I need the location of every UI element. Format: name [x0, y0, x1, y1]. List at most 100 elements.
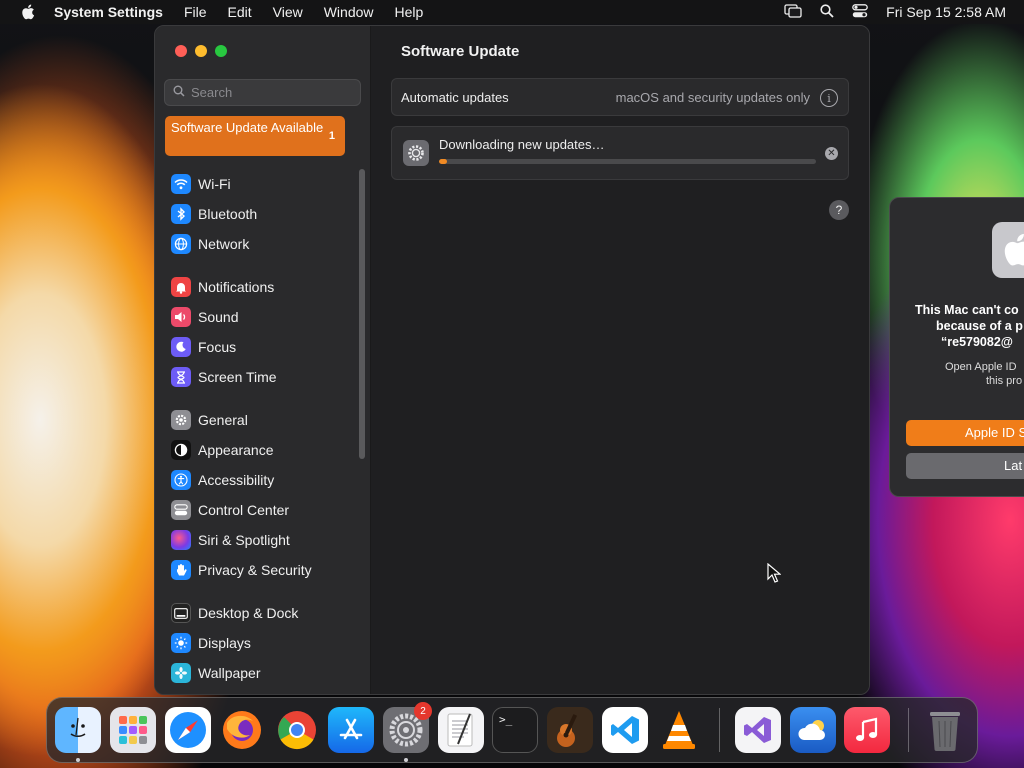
- terminal-icon[interactable]: >_: [492, 707, 538, 753]
- firefox-icon[interactable]: [219, 707, 265, 753]
- search-icon: [173, 85, 185, 100]
- sidebar-item-label: Wi-Fi: [198, 176, 231, 192]
- menu-app-name[interactable]: System Settings: [54, 4, 163, 20]
- alert-message-line: This Mac can't co: [915, 303, 1019, 317]
- menu-help[interactable]: Help: [395, 4, 424, 20]
- trash-icon[interactable]: [922, 707, 968, 753]
- sidebar-item-label: Desktop & Dock: [198, 605, 299, 621]
- sidebar-item-desktop-dock[interactable]: Desktop & Dock: [171, 601, 298, 625]
- apple-menu-icon[interactable]: [18, 4, 38, 20]
- chrome-icon[interactable]: [274, 707, 320, 753]
- bluetooth-icon: [171, 204, 191, 224]
- finder-icon[interactable]: [55, 707, 101, 753]
- automatic-updates-row: Automatic updates macOS and security upd…: [391, 78, 849, 116]
- info-icon[interactable]: i: [820, 89, 838, 107]
- wifi-icon: [171, 174, 191, 194]
- accessibility-icon: [171, 470, 191, 490]
- siri-icon: [171, 530, 191, 550]
- sidebar-search[interactable]: [164, 79, 361, 106]
- app-store-icon[interactable]: [328, 707, 374, 753]
- download-progress-fill: [439, 159, 447, 164]
- sidebar-item-screen-time[interactable]: Screen Time: [171, 365, 277, 389]
- download-progress-bar: [439, 159, 816, 164]
- menu-bar: System Settings File Edit View Window He…: [0, 0, 1024, 24]
- minimize-window-button[interactable]: [195, 45, 207, 57]
- vscode-icon[interactable]: [602, 707, 648, 753]
- music-icon[interactable]: [844, 707, 890, 753]
- control-center-menubar-icon[interactable]: [852, 3, 869, 21]
- wallpaper-icon: [171, 663, 191, 683]
- sidebar-item-siri-spotlight[interactable]: Siri & Spotlight: [171, 528, 290, 552]
- sidebar-scrollbar[interactable]: [359, 169, 365, 459]
- weather-icon[interactable]: [790, 707, 836, 753]
- menu-file[interactable]: File: [184, 4, 207, 20]
- menubar-clock[interactable]: Fri Sep 15 2:58 AM: [886, 4, 1006, 20]
- alert-message-line: because of a p: [936, 319, 1023, 333]
- spotlight-search-icon[interactable]: [820, 3, 834, 21]
- sidebar: Software Update Available 1 Wi-Fi Blueto…: [155, 26, 371, 694]
- download-status-label: Downloading new updates…: [439, 137, 605, 152]
- later-button[interactable]: Lat: [906, 453, 1024, 479]
- sidebar-item-control-center[interactable]: Control Center: [171, 498, 289, 522]
- software-update-available-item[interactable]: Software Update Available 1: [165, 116, 345, 156]
- sidebar-item-general[interactable]: General: [171, 408, 248, 432]
- software-update-gear-icon: [403, 140, 429, 166]
- dock-separator: [719, 708, 720, 752]
- vlc-icon[interactable]: [656, 707, 702, 753]
- close-window-button[interactable]: [175, 45, 187, 57]
- safari-icon[interactable]: [165, 707, 211, 753]
- alert-message: This Mac can't co because of a p “re5790…: [890, 302, 1024, 350]
- sidebar-item-label: Appearance: [198, 442, 274, 458]
- sidebar-item-sound[interactable]: Sound: [171, 305, 238, 329]
- sidebar-item-focus[interactable]: Focus: [171, 335, 236, 359]
- hand-icon: [171, 560, 191, 580]
- dock-icon: [171, 603, 191, 623]
- apple-logo-icon: [1004, 233, 1024, 266]
- garageband-icon[interactable]: [547, 707, 593, 753]
- mouse-cursor-icon: [767, 563, 781, 583]
- alert-sub-line: Open Apple ID: [945, 361, 1017, 373]
- search-input[interactable]: [191, 85, 351, 100]
- textedit-icon[interactable]: [438, 707, 484, 753]
- sidebar-item-wifi[interactable]: Wi-Fi: [171, 172, 231, 196]
- speaker-icon: [171, 307, 191, 327]
- sidebar-item-notifications[interactable]: Notifications: [171, 275, 274, 299]
- menu-window[interactable]: Window: [324, 4, 374, 20]
- menu-edit[interactable]: Edit: [228, 4, 252, 20]
- control-center-icon: [171, 500, 191, 520]
- sidebar-item-label: Focus: [198, 339, 237, 355]
- bell-icon: [171, 277, 191, 297]
- software-update-available-label: Software Update Available: [171, 120, 324, 135]
- system-settings-window: Software Update Available 1 Wi-Fi Blueto…: [154, 25, 870, 695]
- screen-mirroring-icon[interactable]: [784, 3, 802, 21]
- sidebar-item-network[interactable]: Network: [171, 232, 249, 256]
- visual-studio-icon[interactable]: [735, 707, 781, 753]
- system-settings-running-indicator: [404, 758, 408, 762]
- sidebar-item-privacy-security[interactable]: Privacy & Security: [171, 558, 312, 582]
- sidebar-item-label: Siri & Spotlight: [198, 532, 290, 548]
- launchpad-icon[interactable]: [110, 707, 156, 753]
- sun-icon: [171, 633, 191, 653]
- cancel-download-button[interactable]: ✕: [825, 147, 838, 160]
- sidebar-item-accessibility[interactable]: Accessibility: [171, 468, 274, 492]
- hourglass-icon: [171, 367, 191, 387]
- dock-separator: [908, 708, 909, 752]
- finder-running-indicator: [76, 758, 80, 762]
- apple-id-settings-button[interactable]: Apple ID S: [906, 420, 1024, 446]
- help-button[interactable]: ?: [829, 200, 849, 220]
- dock: 2 >_: [46, 697, 978, 763]
- sidebar-item-label: Network: [198, 236, 250, 252]
- zoom-window-button[interactable]: [215, 45, 227, 57]
- sidebar-item-displays[interactable]: Displays: [171, 631, 251, 655]
- menu-view[interactable]: View: [273, 4, 303, 20]
- moon-icon: [171, 337, 191, 357]
- download-progress-row: Downloading new updates… ✕: [391, 126, 849, 180]
- content-pane: Software Update Automatic updates macOS …: [371, 26, 869, 694]
- appearance-icon: [171, 440, 191, 460]
- automatic-updates-label: Automatic updates: [401, 90, 509, 105]
- update-count-badge: 1: [328, 130, 335, 142]
- sidebar-item-appearance[interactable]: Appearance: [171, 438, 274, 462]
- sidebar-item-label: Wallpaper: [198, 665, 261, 681]
- sidebar-item-wallpaper[interactable]: Wallpaper: [171, 661, 261, 685]
- sidebar-item-bluetooth[interactable]: Bluetooth: [171, 202, 257, 226]
